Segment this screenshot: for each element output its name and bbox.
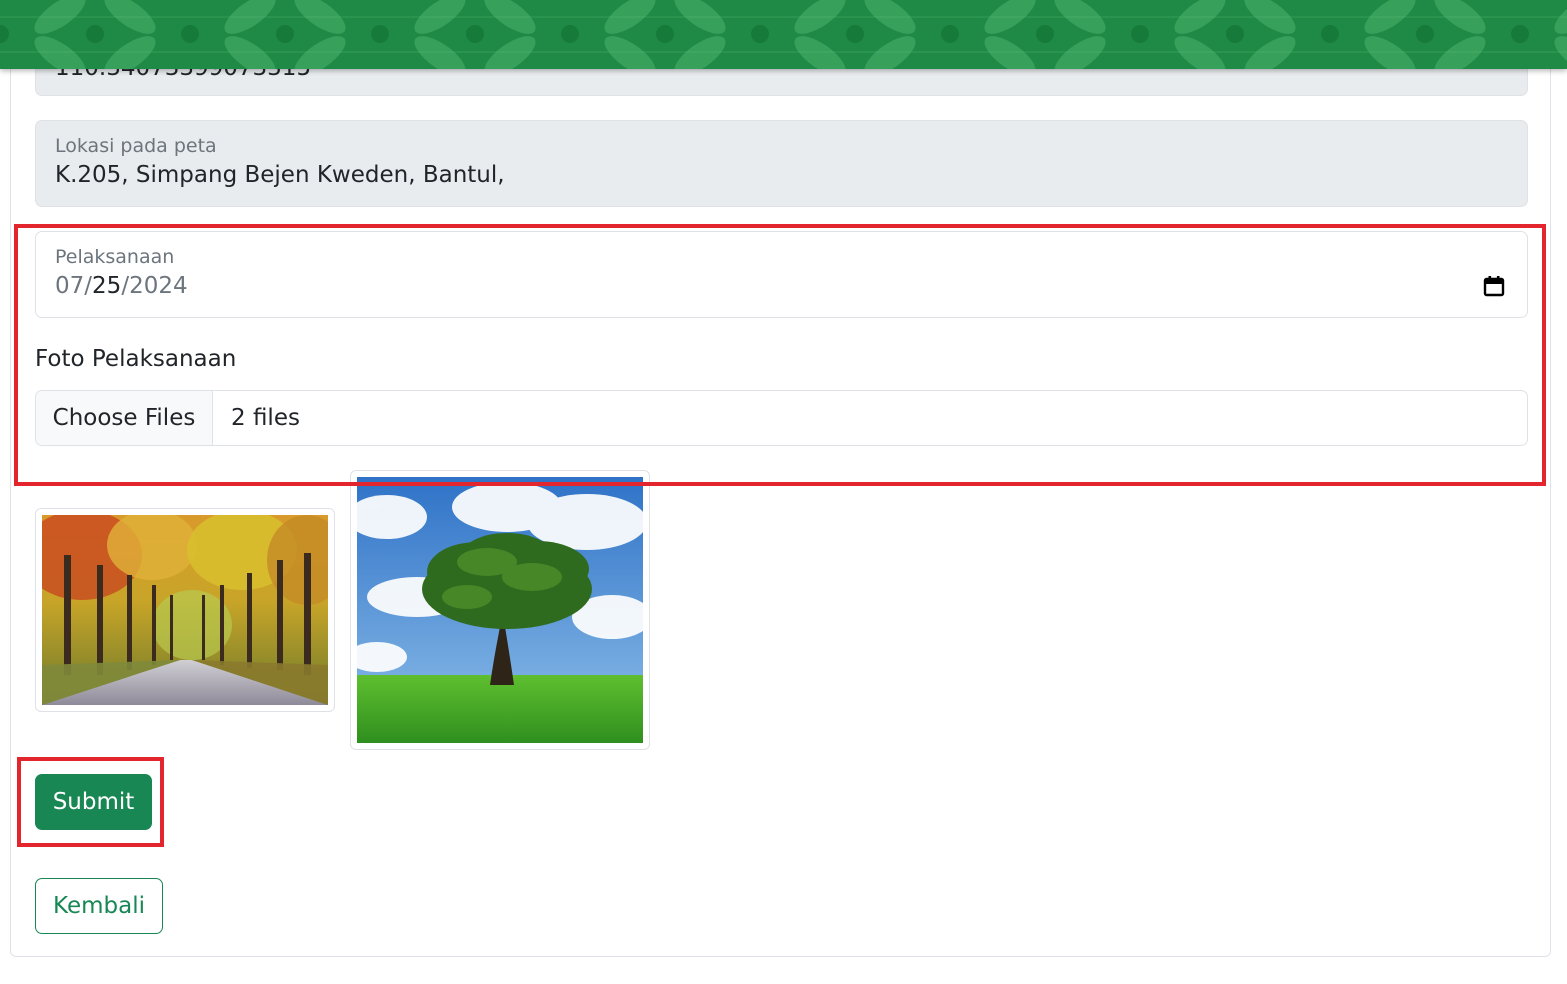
header-banner xyxy=(0,0,1567,69)
submit-button[interactable]: Submit xyxy=(35,774,152,830)
location-value: K.205, Simpang Bejen Kweden, Bantul, xyxy=(55,162,505,188)
date-day[interactable]: 25 xyxy=(92,273,121,299)
date-separator: / xyxy=(84,273,93,299)
location-field: Lokasi pada peta K.205, Simpang Bejen Kw… xyxy=(35,120,1528,207)
date-separator: / xyxy=(121,273,130,299)
file-count: 2 files xyxy=(231,405,300,431)
calendar-icon[interactable] xyxy=(1482,274,1506,298)
date-month[interactable]: 07 xyxy=(55,273,84,299)
date-year[interactable]: 2024 xyxy=(129,273,188,299)
location-label: Lokasi pada peta xyxy=(55,135,217,157)
preview-image-tree xyxy=(350,470,650,750)
date-value[interactable]: 07/25/2024 xyxy=(55,273,188,299)
photos-label: Foto Pelaksanaan xyxy=(35,346,237,372)
date-field[interactable]: Pelaksanaan 07/25/2024 xyxy=(35,231,1528,318)
preview-image-autumn xyxy=(35,508,335,712)
file-input[interactable]: Choose Files 2 files xyxy=(35,390,1528,446)
choose-files-button[interactable]: Choose Files xyxy=(36,391,213,445)
date-label: Pelaksanaan xyxy=(55,246,175,268)
back-button[interactable]: Kembali xyxy=(35,878,163,934)
